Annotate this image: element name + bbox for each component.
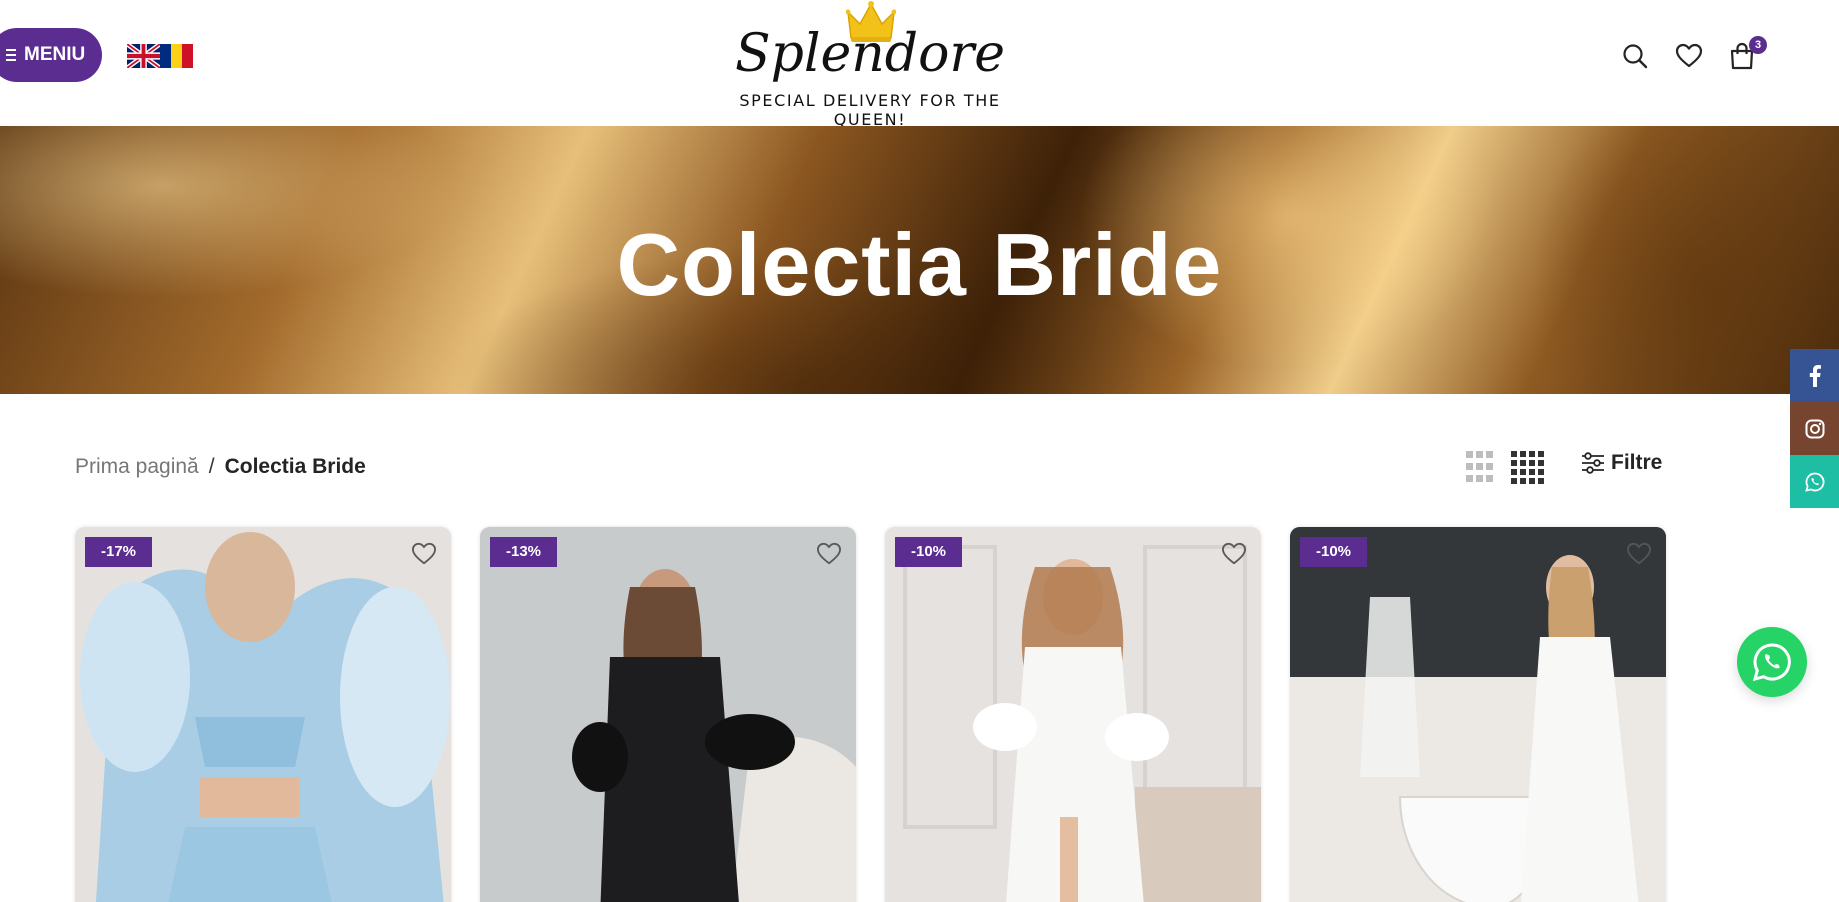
site-logo[interactable]: Splendore SPECIAL DELIVERY FOR THE QUEEN… xyxy=(700,0,1040,129)
discount-badge: -13% xyxy=(490,537,558,567)
product-image xyxy=(1290,527,1666,902)
product-image xyxy=(480,527,856,902)
product-card[interactable]: -17% xyxy=(75,527,451,902)
search-icon[interactable] xyxy=(1619,38,1651,74)
add-to-wishlist-icon[interactable] xyxy=(814,539,844,569)
romanian-flag[interactable] xyxy=(160,44,193,68)
whatsapp-icon[interactable] xyxy=(1790,455,1839,508)
logo-name: Splendore xyxy=(734,24,1006,84)
english-flag[interactable] xyxy=(127,44,160,68)
breadcrumb-home-link[interactable]: Prima pagină xyxy=(75,455,199,479)
product-grid: -17% -13% -10% -10% xyxy=(75,527,1666,902)
instagram-icon[interactable] xyxy=(1790,402,1839,455)
logo-tagline: SPECIAL DELIVERY FOR THE QUEEN! xyxy=(739,91,1001,129)
add-to-wishlist-icon[interactable] xyxy=(409,539,439,569)
filters-icon xyxy=(1582,452,1604,474)
header-actions: 3 xyxy=(1619,36,1839,74)
add-to-wishlist-icon[interactable] xyxy=(1624,539,1654,569)
menu-button[interactable]: MENIU xyxy=(0,28,102,82)
breadcrumb-separator: / xyxy=(208,455,215,478)
page-title: Colectia Bride xyxy=(616,215,1223,314)
grid-3-columns-icon[interactable] xyxy=(1466,451,1493,484)
wishlist-icon[interactable] xyxy=(1673,38,1705,74)
breadcrumb-current: Colectia Bride xyxy=(224,455,366,478)
facebook-icon[interactable] xyxy=(1790,349,1839,402)
cart-count-badge: 3 xyxy=(1749,36,1767,54)
grid-4-columns-icon[interactable] xyxy=(1511,451,1544,484)
product-card[interactable]: -10% xyxy=(885,527,1261,902)
hero-banner: Colectia Bride xyxy=(0,126,1839,394)
product-card[interactable]: -10% xyxy=(1290,527,1666,902)
whatsapp-chat-icon xyxy=(1752,643,1791,682)
add-to-wishlist-icon[interactable] xyxy=(1219,539,1249,569)
cart-icon[interactable]: 3 xyxy=(1726,36,1767,74)
view-toggle xyxy=(1466,451,1544,484)
language-switcher xyxy=(127,44,193,68)
product-image xyxy=(75,527,451,902)
filters-button[interactable]: Filtre xyxy=(1581,451,1662,475)
discount-badge: -10% xyxy=(895,537,963,567)
discount-badge: -10% xyxy=(1300,537,1368,567)
social-sidebar xyxy=(1790,349,1839,508)
menu-label: MENIU xyxy=(24,44,86,65)
site-header: MENIU Splendore SPECIAL DELIVERY FOR THE… xyxy=(0,0,1839,129)
whatsapp-chat-button[interactable] xyxy=(1737,627,1807,697)
product-image xyxy=(885,527,1261,902)
breadcrumb: Prima pagină / Colectia Bride xyxy=(75,455,366,479)
product-card[interactable]: -13% xyxy=(480,527,856,902)
filters-label: Filtre xyxy=(1611,451,1663,474)
hamburger-icon xyxy=(6,49,16,61)
discount-badge: -17% xyxy=(85,537,153,567)
